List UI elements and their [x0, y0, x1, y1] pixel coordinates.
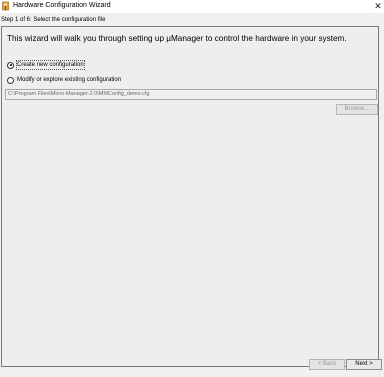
next-button[interactable]: Next >: [346, 359, 382, 370]
modify-existing-config-option[interactable]: Modify or explore existing configuration: [7, 75, 121, 85]
title-bar: Hardware Configuration Wizard ✕: [0, 0, 384, 13]
step-label: Step 1 of 6: Select the configuration fi…: [1, 17, 106, 23]
back-button[interactable]: < Back: [309, 359, 345, 370]
modify-existing-config-radio[interactable]: [7, 76, 14, 84]
create-new-config-option[interactable]: Create new configuration: [7, 60, 85, 70]
wizard-window: Step 1 of 6: Select the configuration fi…: [0, 13, 384, 377]
modify-existing-config-label[interactable]: Modify or explore existing configuration: [17, 76, 121, 84]
window-title: Hardware Configuration Wizard: [13, 2, 111, 9]
create-new-config-label[interactable]: Create new configuration: [16, 60, 85, 70]
browse-button[interactable]: Browse...: [336, 104, 378, 115]
content-panel: This wizard will walk you through settin…: [1, 26, 379, 367]
close-button[interactable]: ✕: [372, 0, 384, 12]
micro-manager-icon: [2, 1, 9, 11]
close-icon: ✕: [374, 1, 382, 11]
create-new-config-radio[interactable]: [7, 61, 14, 69]
intro-text: This wizard will walk you through settin…: [7, 34, 347, 43]
config-path-field[interactable]: C:\Program Files\Micro-Manager-2.0\MMCon…: [5, 89, 377, 100]
